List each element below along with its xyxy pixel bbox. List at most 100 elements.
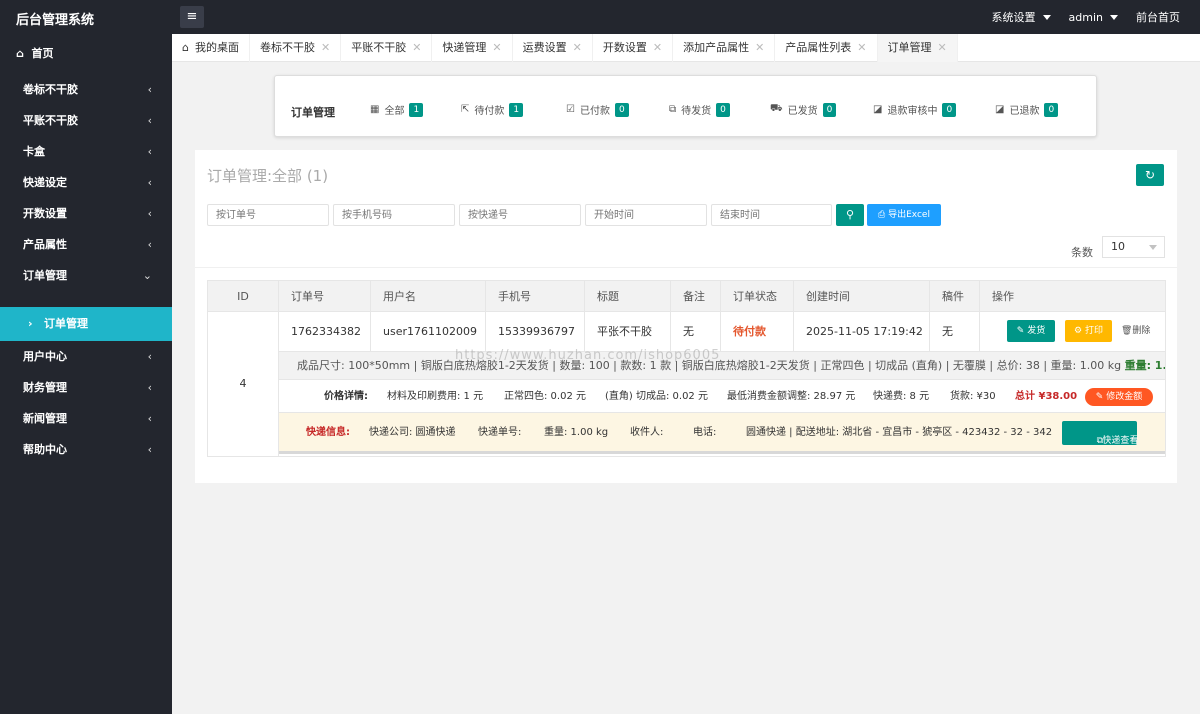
sidebar-item-finance[interactable]: 财务管理 ‹ [0, 372, 172, 403]
chevron-down-icon: ⌄ [142, 269, 152, 282]
sidebar-item-flat-labels[interactable]: 平账不干胶 ‹ [0, 105, 172, 136]
tab-attr-list[interactable]: 产品属性列表 ✕ [775, 34, 878, 62]
close-icon[interactable]: ✕ [857, 34, 866, 62]
start-time-input[interactable] [585, 204, 707, 226]
order-weight: 重量: 1.00 kg [1124, 359, 1165, 372]
filter-all[interactable]: ▦ 全部 1 [370, 102, 424, 117]
express-label: 快递信息: [306, 427, 350, 438]
order-no-input[interactable] [207, 204, 329, 226]
sidebar-item-help[interactable]: 帮助中心 ‹ [0, 434, 172, 465]
top-nav: 系统设置 admin 前台首页 [992, 0, 1180, 34]
filter-refund-review[interactable]: ◪ 退款审核中 0 [873, 102, 957, 117]
sidebar-item-card-box[interactable]: 卡盒 ‹ [0, 136, 172, 167]
tab-desktop[interactable]: ⌂ 我的桌面 [172, 34, 250, 62]
sidebar-item-label: 平账不干胶 [23, 114, 78, 127]
top-bar: 后台管理系统 ≡ 系统设置 admin 前台首页 [0, 0, 1200, 34]
sidebar-subitem-orders[interactable]: › 订单管理 [0, 307, 172, 341]
page-size-label: 条数 [1071, 246, 1093, 259]
count-badge: 1 [409, 102, 424, 117]
sidebar-item-home[interactable]: ⌂ 首页 [0, 34, 172, 74]
print-icon: ⎙ [878, 210, 886, 220]
tab-express[interactable]: 快递管理 ✕ [432, 34, 513, 62]
refresh-icon[interactable]: ↻ [1136, 164, 1164, 186]
tracking-input[interactable] [459, 204, 581, 226]
chevron-left-icon: ‹ [147, 238, 152, 251]
tab-open-settings[interactable]: 开数设置 ✕ [593, 34, 674, 62]
truck-icon: ⛟ [770, 103, 783, 114]
tab-label: 开数设置 [602, 41, 647, 54]
user-menu[interactable]: admin [1069, 11, 1118, 24]
filter-label: 退款审核中 [887, 106, 938, 117]
tab-label: 我的桌面 [194, 41, 239, 54]
express-company: 快递公司: 圆通快递 [369, 427, 456, 438]
col-id: ID [208, 281, 279, 312]
menu-toggle-icon[interactable]: ≡ [180, 6, 204, 28]
close-icon[interactable]: ✕ [492, 34, 501, 62]
tab-add-attr[interactable]: 添加产品属性 ✕ [673, 34, 776, 62]
close-icon[interactable]: ✕ [321, 34, 330, 62]
tab-label: 平账不干胶 [351, 41, 407, 54]
tab-label: 订单管理 [887, 41, 932, 54]
tab-roll-labels[interactable]: 卷标不干胶 ✕ [250, 34, 342, 62]
col-phone: 手机号 [486, 281, 585, 312]
sidebar-item-news[interactable]: 新闻管理 ‹ [0, 403, 172, 434]
price-goods: 货款: ¥30 [950, 391, 996, 402]
app-title: 后台管理系统 [16, 13, 95, 28]
copy-icon: ⧉ [669, 104, 677, 115]
orders-table: ID 订单号 用户名 手机号 标题 备注 订单状态 创建时间 稿件 操作 4 1… [207, 280, 1166, 457]
express-address: 圆通快递 | 配送地址: 湖北省 - 宜昌市 - 猇亭区 - 423432 - … [746, 427, 1053, 438]
tab-orders[interactable]: 订单管理 ✕ [877, 34, 958, 62]
export-excel-button[interactable]: ⎙ 导出Excel [867, 204, 941, 226]
print-button[interactable]: ⚙ 打印 [1065, 320, 1112, 342]
end-time-input[interactable] [711, 204, 832, 226]
search-button[interactable]: ⚲ [836, 204, 864, 226]
username-cell: user1761102009 [371, 312, 486, 352]
chevron-down-icon [1110, 14, 1118, 20]
tab-flat-labels[interactable]: 平账不干胶 ✕ [341, 34, 433, 62]
order-id-cell: 4 [208, 312, 279, 456]
count-badge: 0 [942, 102, 957, 117]
sidebar-item-label: 财务管理 [23, 381, 67, 394]
count-badge: 0 [1044, 102, 1059, 117]
close-icon[interactable]: ✕ [938, 34, 947, 62]
modify-amount-button[interactable]: ✎ 修改金额 [1085, 388, 1153, 406]
page-size-select[interactable]: 10 [1102, 236, 1165, 258]
price-label: 价格详情: [324, 391, 368, 402]
close-icon[interactable]: ✕ [412, 34, 421, 62]
col-username: 用户名 [371, 281, 486, 312]
sidebar: ⌂ 首页 卷标不干胶 ‹ 平账不干胶 ‹ 卡盒 ‹ 快递设定 ‹ 开数设置 ‹ 产品属性 ‹… [0, 34, 172, 714]
count-badge: 1 [509, 102, 524, 117]
delete-button[interactable]: 🗑删除 [1121, 320, 1150, 342]
ship-button[interactable]: ✎ 发货 [1007, 320, 1055, 342]
filter-to-ship[interactable]: ⧉ 待发货 0 [669, 102, 730, 117]
watermark: https://www.huzhan.com/ishop6005 [455, 348, 721, 363]
sidebar-item-orders[interactable]: 订单管理 ⌄ [0, 260, 172, 291]
sidebar-item-open-settings[interactable]: 开数设置 ‹ [0, 198, 172, 229]
filter-label: 全部 [384, 106, 405, 117]
sidebar-item-express-settings[interactable]: 快递设定 ‹ [0, 167, 172, 198]
sidebar-item-roll-labels[interactable]: 卷标不干胶 ‹ [0, 74, 172, 105]
filter-shipped[interactable]: ⛟ 已发货 0 [770, 102, 837, 117]
col-created: 创建时间 [794, 281, 930, 312]
system-settings-menu[interactable]: 系统设置 [992, 9, 1051, 25]
filter-label: 待付款 [474, 106, 505, 117]
close-icon[interactable]: ✕ [653, 34, 662, 62]
sidebar-item-product-attrs[interactable]: 产品属性 ‹ [0, 229, 172, 260]
home-icon: ⌂ [182, 41, 189, 54]
close-icon[interactable]: ✕ [755, 34, 764, 62]
count-badge: 0 [614, 102, 629, 117]
filter-label: 已退款 [1009, 106, 1040, 117]
col-status: 订单状态 [721, 281, 794, 312]
close-icon[interactable]: ✕ [573, 34, 582, 62]
filter-paid[interactable]: ☑ 已付款 0 [566, 102, 629, 117]
phone-input[interactable] [333, 204, 455, 226]
track-express-button[interactable]: ⧉ 快递查看 [1062, 421, 1138, 446]
tab-freight[interactable]: 运费设置 ✕ [513, 34, 593, 62]
chevron-left-icon: ‹ [147, 412, 152, 425]
filter-pending-payment[interactable]: ⇱ 待付款 1 [461, 102, 524, 117]
filter-refunded[interactable]: ◪ 已退款 0 [995, 102, 1059, 117]
home-icon: ⌂ [16, 47, 24, 60]
status-badge: 待付款 [721, 312, 794, 352]
sidebar-item-user-center[interactable]: 用户中心 ‹ [0, 341, 172, 372]
frontend-link[interactable]: 前台首页 [1136, 9, 1180, 25]
